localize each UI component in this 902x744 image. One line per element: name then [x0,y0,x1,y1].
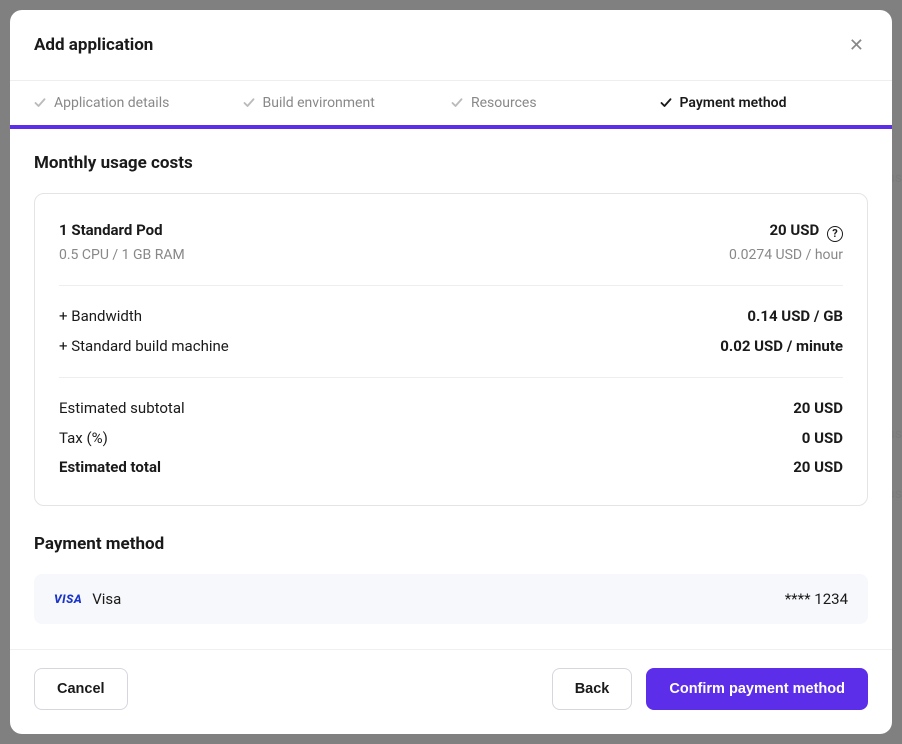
payment-left: VISA Visa [54,590,121,608]
step-label: Payment method [680,95,787,111]
confirm-payment-button[interactable]: Confirm payment method [646,668,868,710]
divider [59,377,843,378]
add-application-modal: Add application ✕ Application details Bu… [10,10,892,734]
modal-body: Monthly usage costs 1 Standard Pod 0.5 C… [10,129,892,649]
payment-masked-number: **** 1234 [785,590,848,608]
tax-label: Tax (%) [59,426,108,452]
pod-title: 1 Standard Pod [59,218,185,244]
total-value: 20 USD [793,455,843,481]
step-label: Resources [471,95,537,111]
extra-bandwidth-row: + Bandwidth 0.14 USD / GB [59,304,843,330]
visa-logo-icon: VISA [54,592,82,606]
tax-row: Tax (%) 0 USD [59,426,843,452]
check-icon [451,97,463,109]
modal-header: Add application ✕ [10,10,892,81]
total-label: Estimated total [59,455,161,481]
step-payment-method[interactable]: Payment method [660,81,869,125]
info-icon[interactable]: ? [827,226,843,242]
divider [59,285,843,286]
step-build-environment[interactable]: Build environment [243,81,452,125]
usage-costs-card: 1 Standard Pod 0.5 CPU / 1 GB RAM 20 USD… [34,193,868,506]
modal-title: Add application [34,35,153,55]
check-icon [660,97,672,109]
step-resources[interactable]: Resources [451,81,660,125]
step-label: Application details [54,95,169,111]
total-row: Estimated total 20 USD [59,455,843,481]
pod-spec: 0.5 CPU / 1 GB RAM [59,244,185,268]
pod-price: 20 USD [769,221,819,239]
back-button[interactable]: Back [552,668,633,710]
payment-brand-name: Visa [92,590,121,608]
extra-label: + Bandwidth [59,304,142,330]
cancel-button[interactable]: Cancel [34,668,128,710]
extra-build-machine-row: + Standard build machine 0.02 USD / minu… [59,334,843,360]
step-label: Build environment [263,95,375,111]
tax-value: 0 USD [802,426,843,452]
close-button[interactable]: ✕ [845,32,868,58]
close-icon: ✕ [849,35,864,55]
check-icon [34,97,46,109]
stepper: Application details Build environment Re… [10,81,892,129]
payment-section-title: Payment method [34,534,868,554]
step-application-details[interactable]: Application details [34,81,243,125]
subtotal-label: Estimated subtotal [59,396,185,422]
usage-section-title: Monthly usage costs [34,153,868,173]
check-icon [243,97,255,109]
extra-label: + Standard build machine [59,334,229,360]
subtotal-value: 20 USD [793,396,843,422]
pod-row: 1 Standard Pod 0.5 CPU / 1 GB RAM 20 USD… [59,218,843,267]
extra-value: 0.14 USD / GB [747,304,843,330]
extra-value: 0.02 USD / minute [720,334,843,360]
pod-rate: 0.0274 USD / hour [729,244,843,268]
payment-method-card[interactable]: VISA Visa **** 1234 [34,574,868,624]
modal-footer: Cancel Back Confirm payment method [10,649,892,734]
subtotal-row: Estimated subtotal 20 USD [59,396,843,422]
